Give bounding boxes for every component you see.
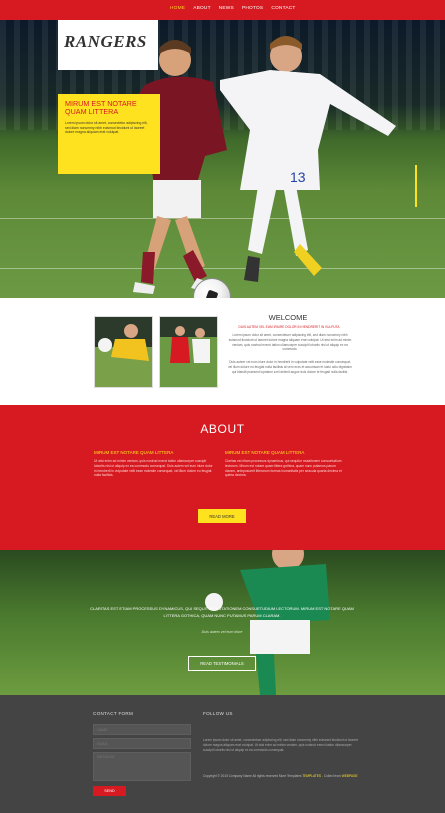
welcome-subtitle: DUIS AUTEM VEL EUM IRIURE DOLOR IN HENDR… (238, 325, 340, 329)
testimonial-quote: CLARITAS EST ETIAM PROCESSUS DYNAMICUS, … (90, 606, 354, 618)
hero-section: 13 RANGERS MIRUM EST NOTARE QUAM LITTERA… (0, 20, 445, 298)
player-white-image: 13 (220, 36, 396, 282)
promo-title: MIRUM EST NOTARE QUAM LITTERA (65, 99, 137, 116)
nav-photos[interactable]: PHOTOS (242, 6, 263, 11)
name-field[interactable] (93, 724, 191, 735)
top-nav-bar: HOME ABOUT NEWS PHOTOS CONTACT (0, 0, 445, 20)
about-title: ABOUT (200, 422, 245, 436)
follow-us-title: FOLLOW US (203, 711, 233, 716)
nav-news[interactable]: NEWS (219, 6, 234, 11)
promo-box: MIRUM EST NOTARE QUAM LITTERA Lorem ipsu… (58, 94, 160, 174)
message-field[interactable] (93, 752, 191, 781)
welcome-text-2: Duis autem vel eum iriure dolor in hendr… (228, 360, 352, 374)
about-column-2: MIRUM EST NOTARE QUAM LITTERA Claritas e… (225, 450, 345, 478)
thumbnail-match[interactable] (159, 316, 218, 388)
main-nav: HOME ABOUT NEWS PHOTOS CONTACT (170, 6, 296, 11)
match-photo (160, 317, 217, 387)
nav-home[interactable]: HOME (170, 6, 185, 11)
follow-text: Lorem ipsum dolor sit amet, consectetuer… (203, 738, 358, 752)
send-button[interactable]: SEND (93, 786, 126, 796)
templates-link[interactable]: TEMPLATES (302, 774, 321, 778)
logo-box[interactable]: RANGERS (58, 20, 158, 70)
player-green-image (205, 550, 330, 695)
thumbnail-keeper[interactable] (94, 316, 153, 388)
about-column-1: MIRUM EST NOTARE QUAM LITTERA Ut wisi en… (94, 450, 214, 478)
copyright-prefix: Copyright © 2015 Company Name All rights… (203, 774, 302, 778)
about-col1-text: Ut wisi enim ad minim veniam, quis nostr… (94, 459, 213, 478)
promo-text: Lorem ipsum dolor sit amet, consectetur … (65, 121, 148, 135)
accent-mark (415, 165, 417, 207)
nav-contact[interactable]: CONTACT (271, 6, 295, 11)
about-col2-title: MIRUM EST NOTARE QUAM LITTERA (225, 450, 305, 455)
testimonial-author: Duis autem vel eum iriure (201, 630, 243, 634)
site-logo: RANGERS (64, 32, 147, 51)
copyright: Copyright © 2015 Company Name All rights… (203, 774, 358, 779)
svg-text:13: 13 (290, 169, 306, 185)
read-more-button[interactable]: READ MORE (198, 509, 246, 523)
testimonial-section (0, 550, 445, 695)
about-col1-title: MIRUM EST NOTARE QUAM LITTERA (94, 450, 174, 455)
welcome-text: Lorem ipsum dolor sit amet, consectetuer… (228, 333, 352, 352)
email-field[interactable] (93, 738, 191, 749)
keeper-photo (95, 317, 152, 387)
read-testimonials-button[interactable]: READ TESTIMONIALS (188, 656, 256, 671)
copyright-mid: - Collect from (321, 774, 341, 778)
webpage-link[interactable]: WEBPAGE (342, 774, 358, 778)
welcome-title: WELCOME (268, 313, 308, 322)
nav-about[interactable]: ABOUT (193, 6, 211, 11)
welcome-section (0, 298, 445, 403)
contact-form-title: CONTACT FORM (93, 711, 134, 716)
about-col2-text: Claritas est etiam processus dynamicus, … (225, 459, 342, 478)
